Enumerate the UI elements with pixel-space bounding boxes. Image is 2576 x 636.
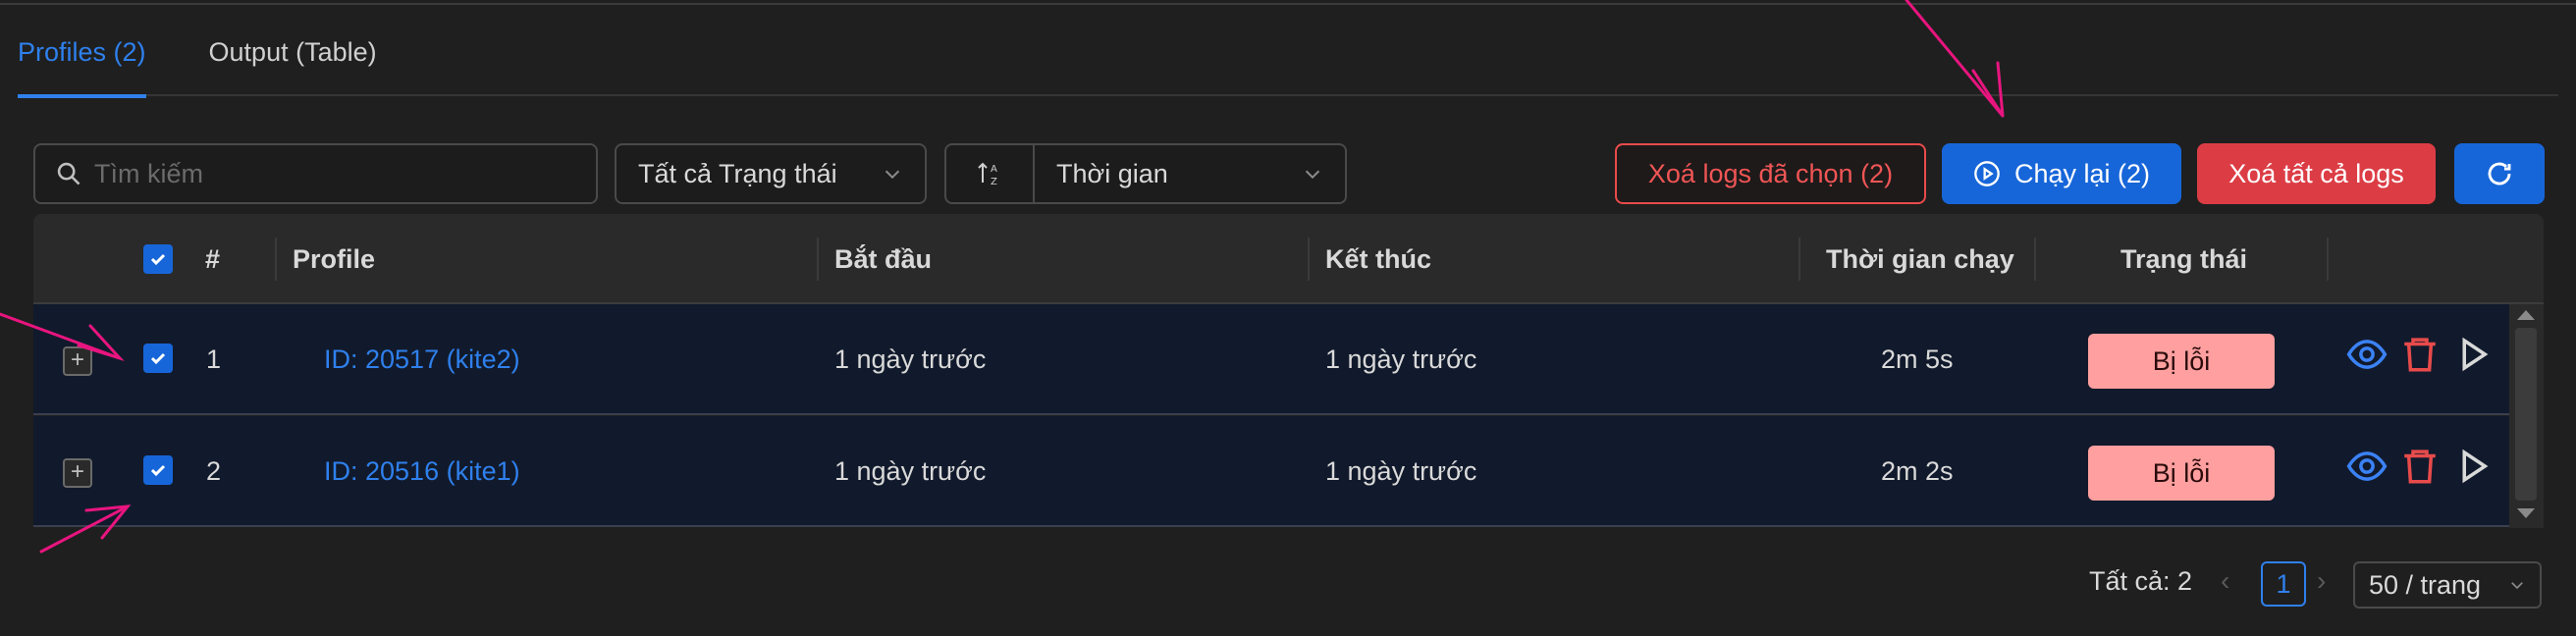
refresh-button[interactable]	[2454, 143, 2545, 204]
rerun-label: Chạy lại (2)	[2013, 158, 2151, 188]
row-index: 2	[206, 456, 222, 486]
pagination-prev-button[interactable]: ‹	[2221, 565, 2229, 597]
table-scrollbar[interactable]	[2509, 304, 2544, 528]
checkmark-icon	[150, 352, 166, 365]
sort-ascending-icon: A Z	[978, 162, 997, 187]
scroll-thumb[interactable]	[2515, 328, 2537, 501]
delete-selected-logs-button[interactable]: Xoá logs đã chọn (2)	[1615, 143, 1926, 204]
scroll-up-arrow[interactable]	[2517, 310, 2535, 320]
play-circle-icon	[1974, 161, 2000, 186]
profile-link[interactable]: ID: 20517 (kite2)	[324, 304, 520, 415]
pagination-page-button[interactable]: 1	[2261, 561, 2306, 607]
scroll-down-arrow[interactable]	[2517, 508, 2535, 518]
search-input[interactable]	[94, 158, 565, 189]
play-icon[interactable]	[2452, 334, 2494, 375]
sort-direction-toggle[interactable]: A Z	[946, 145, 1035, 202]
checkmark-icon	[150, 464, 166, 477]
top-divider	[0, 0, 2576, 5]
tab-profiles[interactable]: Profiles (2)	[18, 27, 146, 98]
sort-by-value: Thời gian	[1056, 158, 1168, 188]
column-divider	[1798, 238, 1800, 281]
status-filter-select[interactable]: Tất cả Trạng thái	[615, 143, 927, 204]
column-divider	[817, 238, 819, 281]
row-index: 1	[206, 344, 222, 374]
start-time: 1 ngày trước	[834, 344, 987, 374]
column-header-end: Kết thúc	[1325, 244, 1431, 274]
start-time: 1 ngày trước	[834, 456, 987, 486]
rerun-button[interactable]: Chạy lại (2)	[1942, 143, 2181, 204]
eye-icon[interactable]	[2346, 334, 2388, 375]
delete-all-logs-button[interactable]: Xoá tất cả logs	[2197, 143, 2436, 204]
trash-icon[interactable]	[2399, 334, 2441, 375]
checkmark-icon	[150, 253, 166, 266]
chevron-down-icon	[2511, 582, 2523, 590]
end-time: 1 ngày trước	[1325, 344, 1477, 374]
page-size-value: 50 / trang	[2369, 570, 2482, 600]
sort-select-group[interactable]: A Z Thời gian	[944, 143, 1347, 204]
column-header-status: Trạng thái	[2120, 244, 2248, 274]
column-divider	[1308, 238, 1310, 281]
tab-bar: Profiles (2) Output (Table)	[18, 27, 2558, 98]
table-header: # Profile Bắt đầu Kết thúc Thời gian chạ…	[33, 214, 2544, 304]
chevron-down-icon	[1305, 170, 1320, 180]
column-header-profile: Profile	[293, 244, 376, 274]
run-duration: 2m 2s	[1881, 456, 1954, 486]
chevron-down-icon	[885, 170, 900, 180]
svg-text:Z: Z	[991, 177, 997, 187]
eye-icon[interactable]	[2346, 446, 2388, 487]
page-size-select[interactable]: 50 / trang	[2353, 561, 2542, 609]
search-icon	[57, 162, 80, 186]
select-all-checkbox[interactable]	[143, 244, 173, 274]
delete-selected-label: Xoá logs đã chọn (2)	[1647, 158, 1894, 188]
end-time: 1 ngày trước	[1325, 456, 1477, 486]
status-badge: Bị lỗi	[2088, 446, 2275, 501]
expand-row-button[interactable]: +	[63, 346, 92, 376]
column-header-start: Bắt đầu	[834, 244, 933, 274]
play-icon[interactable]	[2452, 446, 2494, 487]
delete-all-label: Xoá tất cả logs	[2228, 158, 2404, 188]
status-filter-value: Tất cả Trạng thái	[638, 158, 837, 188]
logs-table: # Profile Bắt đầu Kết thúc Thời gian chạ…	[33, 214, 2544, 528]
row-checkbox[interactable]	[143, 455, 173, 485]
column-divider	[275, 238, 277, 281]
pagination-total: Tất cả: 2	[2089, 566, 2193, 596]
column-divider	[2034, 238, 2036, 281]
run-duration: 2m 5s	[1881, 344, 1954, 374]
refresh-icon	[2488, 162, 2511, 186]
profile-link[interactable]: ID: 20516 (kite1)	[324, 416, 520, 527]
pagination-next-button[interactable]: ›	[2317, 565, 2326, 597]
column-header-duration: Thời gian chạy	[1826, 244, 2014, 274]
table-row[interactable]: + 2 ID: 20516 (kite1) 1 ngày trước 1 ngà…	[33, 416, 2509, 527]
row-checkbox[interactable]	[143, 344, 173, 373]
search-box[interactable]	[33, 143, 598, 204]
expand-row-button[interactable]: +	[63, 458, 92, 488]
column-header-index: #	[205, 244, 221, 274]
status-badge: Bị lỗi	[2088, 334, 2275, 389]
tab-output-table[interactable]: Output (Table)	[209, 27, 377, 96]
trash-icon[interactable]	[2399, 446, 2441, 487]
table-row[interactable]: + 1 ID: 20517 (kite2) 1 ngày trước 1 ngà…	[33, 304, 2509, 415]
column-divider	[2327, 238, 2329, 281]
svg-text:A: A	[991, 164, 997, 175]
